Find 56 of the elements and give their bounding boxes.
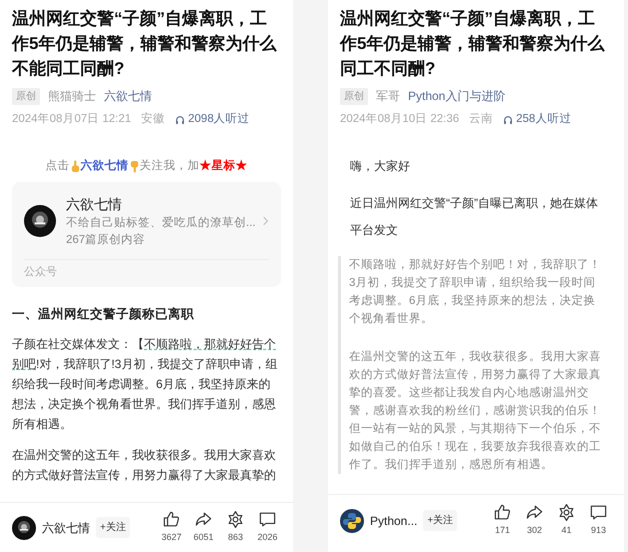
account-link[interactable]: 六欲七情 xyxy=(80,158,128,176)
account-name: 六欲七情 xyxy=(42,520,90,536)
star-label: ★星标★ xyxy=(200,158,248,174)
section-heading: 一、温州网红交警子颜称已离职 xyxy=(12,306,195,322)
pointing-hand-icon xyxy=(128,160,140,174)
body-paragraph: 在温州交警的这五年，我收获很多。我用大家喜欢的方式做好普法宣传，用努力赢得了大家最真挚的 xyxy=(12,447,277,484)
flower-button[interactable]: 863 xyxy=(222,510,249,545)
account-card[interactable]: 六欲七情 不给自己贴标签、爱吃瓜的潦草创... 267篇原创内容 公众号 xyxy=(12,182,281,286)
quote-paragraph: 在温州交警的这五年，我收获很多。我用大家喜欢的方式做好普法宣传，用努力赢得了大家最真挚的喜爱。这些都让我发自内心地感谢温州交警，感谢喜欢我的粉丝们，感谢赏识我的伯乐！但一站有一站的风景，与其期待下一个伯乐，不如做自己的伯乐！现在，我要放弃我很喜欢的工作了。我们挥手道别，感恩所有相遇。 xyxy=(349,349,602,474)
account-link[interactable]: 六欲七情 xyxy=(104,87,152,105)
avatar-icon xyxy=(24,205,56,238)
thumbs-up-button[interactable]: 171 xyxy=(489,503,516,538)
follow-button[interactable]: +关注 xyxy=(423,510,458,531)
account-link[interactable]: Python入门与进阶 xyxy=(408,87,506,105)
quote-paragraph: 不顺路啦，那就好好告个别吧！对，我辞职了！3月初，我提交了辞职申请，组织给我一段时间考虑调整。6月底，我坚持原来的想法，决定换个视角看世界。 xyxy=(349,258,602,328)
listen-count[interactable]: 258人听过 xyxy=(516,111,572,128)
thumbs-up-icon xyxy=(493,503,512,522)
headphones-icon xyxy=(175,114,186,125)
article-title: 温州网红交警“子颜”自爆离职，工作5年仍是辅警，辅警和警察为什么不能同工同酬? xyxy=(10,8,278,80)
avatar-icon xyxy=(12,516,36,540)
flower-button[interactable]: 41 xyxy=(553,503,580,538)
author-name: 军哥 xyxy=(376,88,400,105)
promo-text: 关注我，加 xyxy=(140,158,200,174)
promo-text: 点击 xyxy=(46,158,70,174)
card-account-name: 六欲七情 xyxy=(66,194,123,214)
flower-icon xyxy=(226,510,245,530)
account-name: Python... xyxy=(370,512,418,530)
thumbs-up-button[interactable]: 3627 xyxy=(158,510,185,545)
listen-count[interactable]: 2098人听过 xyxy=(188,111,250,128)
body-paragraph: 子颜在社交媒体发文：【不顺路啦，那就好好告个别吧!对，我辞职了!3月初，我提交了辞职申请，组织给我一段时间考虑调整。6月底，我坚持原来的想法，决定换个视角看世界。我们挥手道别，感恩所有相遇。 xyxy=(12,336,278,434)
card-footer: 公众号 xyxy=(24,264,269,280)
flower-icon xyxy=(557,503,576,522)
share-arrow-button[interactable]: 6051 xyxy=(190,510,217,545)
original-badge: 原创 xyxy=(340,88,368,104)
python-logo-icon xyxy=(340,508,364,532)
comment-bubble-icon xyxy=(589,503,608,522)
comment-bubble-button[interactable]: 2026 xyxy=(254,510,281,545)
headphones-icon xyxy=(503,114,514,125)
thumbs-up-icon xyxy=(162,510,181,530)
author-name: 熊猫骑士 xyxy=(48,88,96,105)
comment-bubble-icon xyxy=(258,510,277,530)
original-badge: 原创 xyxy=(12,88,40,104)
body-paragraph: 近日温州网红交警“子颜”自曝已离职，她在媒体平台发文 xyxy=(350,195,599,240)
chevron-right-icon xyxy=(263,216,269,226)
location-text: 云南 xyxy=(469,112,494,127)
article-title: 温州网红交警“子颜”自爆离职，工作5年仍是辅警，辅警和警察为什么同工不同酬? xyxy=(338,8,606,80)
publish-date: 2024年08月07日 12:21 xyxy=(12,112,132,127)
account-description: 不给自己贴标签、爱吃瓜的潦草创... xyxy=(66,216,253,230)
follow-button[interactable]: +关注 xyxy=(96,517,130,538)
article-count: 267篇原创内容 xyxy=(66,232,146,248)
pointing-hand-icon xyxy=(70,160,80,174)
comment-bubble-button[interactable]: 913 xyxy=(585,503,612,538)
greeting-text: 嗨，大家好 xyxy=(350,158,411,176)
share-arrow-button[interactable]: 302 xyxy=(521,503,548,538)
location-text: 安徽 xyxy=(141,112,166,127)
publish-date: 2024年08月10日 22:36 xyxy=(340,112,460,127)
